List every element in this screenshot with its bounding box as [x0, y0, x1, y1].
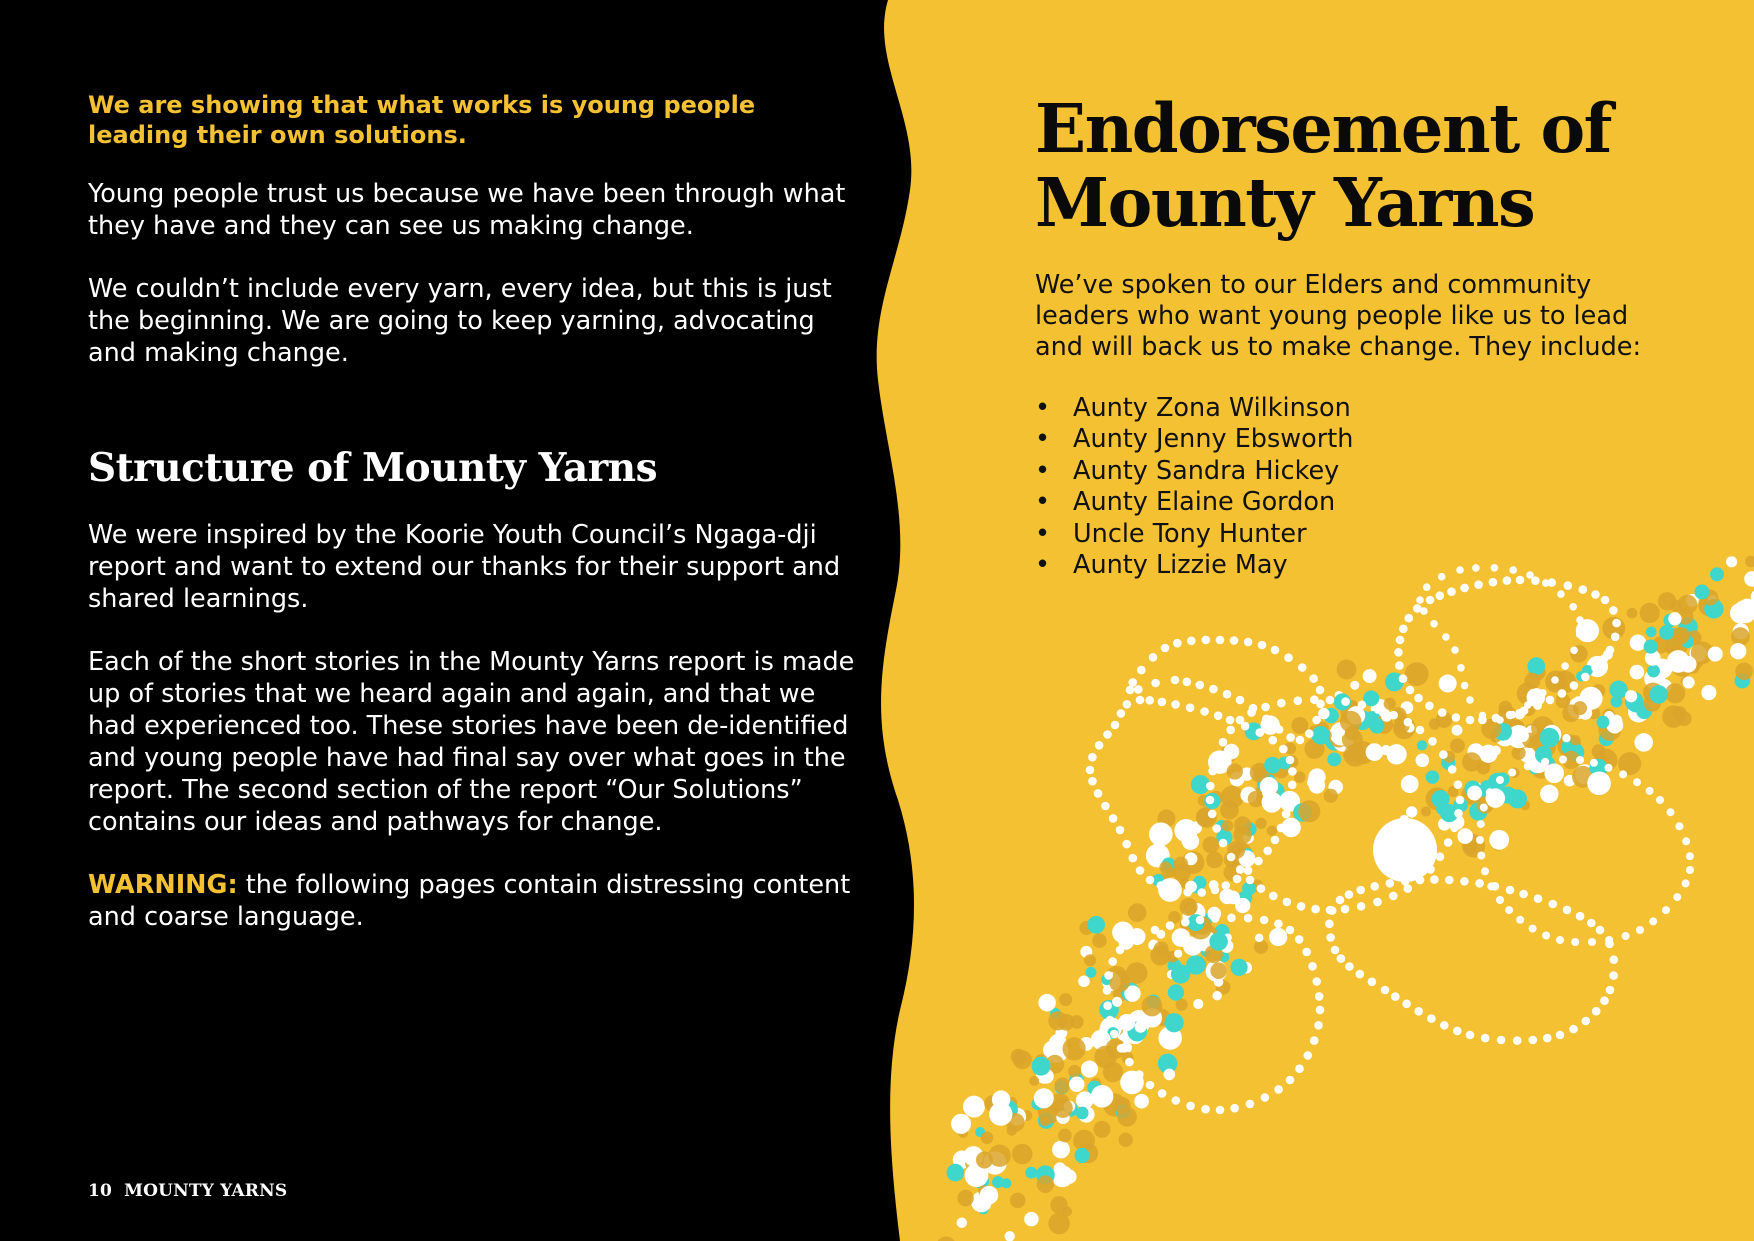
list-item: • Uncle Tony Hunter — [1035, 519, 1675, 550]
left-column: We are showing that what works is young … — [88, 90, 858, 964]
bullet-icon: • — [1035, 518, 1051, 549]
elder-name: Aunty Lizzie May — [1073, 550, 1288, 581]
bullet-icon: • — [1035, 424, 1051, 455]
warning-paragraph: WARNING: the following pages contain dis… — [88, 869, 858, 933]
elder-name: Aunty Jenny Ebsworth — [1073, 424, 1354, 455]
endorsement-intro: We’ve spoken to our Elders and community… — [1035, 270, 1642, 362]
elder-name: Uncle Tony Hunter — [1073, 518, 1307, 549]
elder-name: Aunty Elaine Gordon — [1073, 487, 1336, 518]
elders-list: • Aunty Zona Wilkinson • Aunty Jenny Ebswo… — [1035, 393, 1675, 581]
bullet-icon: • — [1035, 550, 1051, 581]
list-item: • Aunty Zona Wilkinson — [1035, 393, 1675, 424]
bullet-icon: • — [1035, 393, 1051, 423]
page-number: 10 — [88, 1181, 113, 1201]
warning-label: WARNING: — [88, 870, 238, 900]
lead-statement: We are showing that what works is young … — [88, 91, 756, 149]
list-item: • Aunty Elaine Gordon — [1035, 487, 1675, 518]
beginning-paragraph: We couldn’t include every yarn, every id… — [88, 274, 832, 368]
elder-name: Aunty Zona Wilkinson — [1073, 393, 1351, 423]
trust-paragraph: Young people trust us because we have be… — [88, 179, 846, 241]
report-page-spread: We are showing that what works is young … — [0, 0, 1754, 1241]
bullet-icon: • — [1035, 487, 1051, 518]
bullet-icon: • — [1035, 455, 1051, 486]
list-item: • Aunty Sandra Hickey — [1035, 456, 1675, 487]
elder-name: Aunty Sandra Hickey — [1073, 455, 1340, 486]
right-column: Endorsement of Mounty Yarns We’ve spoken… — [1035, 92, 1675, 581]
stories-paragraph: Each of the short stories in the Mounty … — [88, 647, 855, 837]
list-item: • Aunty Lizzie May — [1035, 550, 1675, 581]
structure-heading: Structure of Mounty Yarns — [88, 445, 658, 491]
endorsement-title: Endorsement of Mounty Yarns — [1035, 89, 1612, 242]
publication-name: MOUNTY YARNS — [124, 1181, 288, 1201]
list-item: • Aunty Jenny Ebsworth — [1035, 424, 1675, 455]
inspiration-paragraph: We were inspired by the Koorie Youth Cou… — [88, 520, 841, 614]
page-footer: 10 MOUNTY YARNS — [88, 1181, 287, 1201]
